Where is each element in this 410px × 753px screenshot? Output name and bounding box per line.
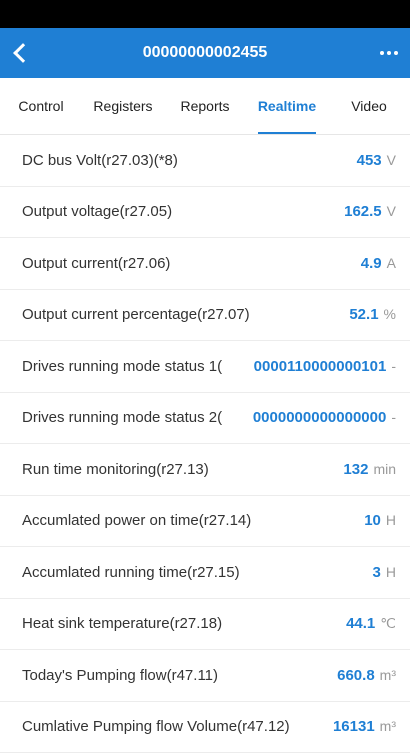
item-label: Heat sink temperature(r27.18) [22,615,340,632]
item-unit: V [387,203,396,219]
list-item[interactable]: Cumlative Pumping flow Volume(r47.12) 161… [0,702,410,753]
item-label: Drives running mode status 1( [22,358,248,375]
item-value: 16131 [333,718,375,735]
item-value: 10 [364,512,381,529]
tab-registers[interactable]: Registers [82,78,164,134]
item-unit: ℃ [380,615,396,632]
item-label: Output current(r27.06) [22,255,355,272]
item-value: 660.8 [337,667,375,684]
status-bar [0,0,410,28]
list-item[interactable]: Output current percentage(r27.07) 52.1% [0,290,410,342]
item-value: 0000000000000000 [253,409,386,426]
realtime-list: DC bus Volt(r27.03)(*8) 453 V Output volta… [0,135,410,753]
item-unit: H [386,564,396,580]
item-value: 44.1 [346,615,375,632]
item-label: Accumlated power on time(r27.14) [22,512,358,529]
item-unit: H [386,512,396,528]
list-item[interactable]: Output voltage(r27.05) 162.5 V [0,187,410,239]
more-dots-icon [380,51,384,55]
item-label: Output current percentage(r27.07) [22,306,343,323]
item-label: Drives running mode status 2( [22,409,247,426]
tab-video[interactable]: Video [328,78,410,134]
page-title: 00000000002455 [0,44,410,62]
chevron-left-icon [13,43,33,63]
item-label: Output voltage(r27.05) [22,203,338,220]
list-item[interactable]: Accumlated power on time(r27.14) 10 H [0,496,410,548]
item-label: Cumlative Pumping flow Volume(r47.12) [22,718,327,735]
list-item[interactable]: DC bus Volt(r27.03)(*8) 453 V [0,135,410,187]
list-item[interactable]: Drives running mode status 1( 00001100000… [0,341,410,393]
item-label: Run time monitoring(r27.13) [22,461,337,478]
more-options-button[interactable] [380,28,398,78]
item-unit: - [391,409,396,425]
item-unit: A [387,255,396,271]
item-unit: % [384,306,396,322]
list-item[interactable]: Heat sink temperature(r27.18) 44.1 ℃ [0,599,410,651]
item-label: Accumlated running time(r27.15) [22,564,367,581]
item-value: 3 [373,564,381,581]
item-value: 0000110000000101 [254,358,387,375]
item-label: DC bus Volt(r27.03)(*8) [22,152,351,169]
item-value: 52.1 [349,306,378,323]
app-bar: 00000000002455 [0,28,410,78]
item-value: 4.9 [361,255,382,272]
back-button[interactable] [0,28,40,78]
item-value: 453 [357,152,382,169]
tab-bar: Control Registers Reports Realtime Video [0,78,410,135]
list-item[interactable]: Accumlated running time(r27.15) 3H [0,547,410,599]
tab-reports[interactable]: Reports [164,78,246,134]
item-value: 132 [343,461,368,478]
tab-control[interactable]: Control [0,78,82,134]
list-item[interactable]: Today's Pumping flow(r47.11) 660.8 m³ [0,650,410,702]
list-item[interactable]: Run time monitoring(r27.13) 132 min [0,444,410,496]
item-unit: m³ [380,667,396,683]
list-item[interactable]: Drives running mode status 2( 00000000000… [0,393,410,445]
item-unit: m³ [380,718,396,734]
item-value: 162.5 [344,203,382,220]
list-item[interactable]: Output current(r27.06) 4.9 A [0,238,410,290]
item-unit: - [391,358,396,374]
item-label: Today's Pumping flow(r47.11) [22,667,331,684]
tab-realtime[interactable]: Realtime [246,78,328,134]
item-unit: V [387,152,396,168]
item-unit: min [373,461,396,477]
